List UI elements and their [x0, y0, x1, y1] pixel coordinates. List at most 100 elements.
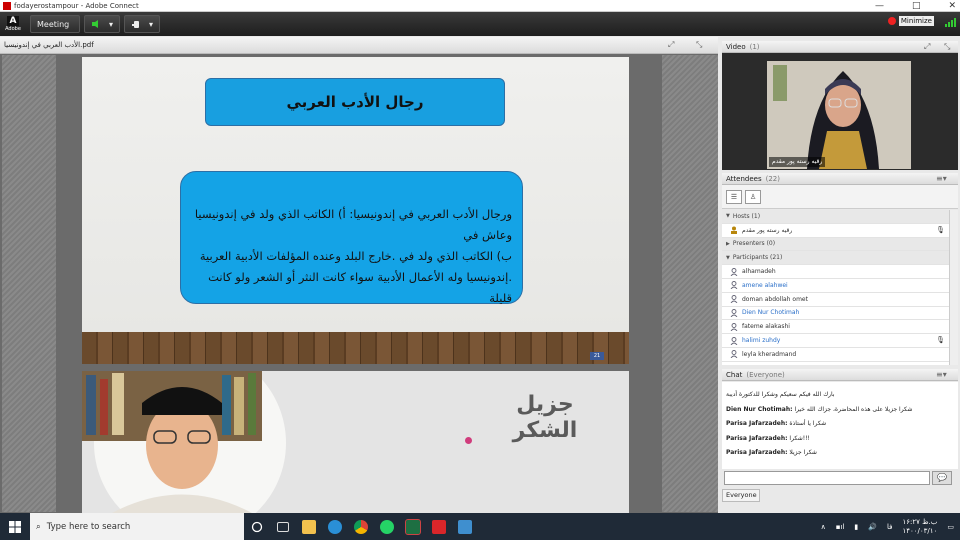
list-view-icon[interactable]: ☰: [726, 189, 742, 204]
host-name: رقیه رسته پور مقدم: [742, 226, 793, 234]
slide-body-line: ورجال الأدب العربي في إندونيسيا: أ) الكا…: [194, 207, 512, 242]
taskbar-search[interactable]: ⌕ Type here to search: [30, 513, 244, 540]
taskbar-app-taskview[interactable]: [270, 513, 296, 540]
start-button[interactable]: [0, 513, 30, 540]
participant-user-icon: [730, 322, 738, 331]
list-item[interactable]: halimi zuhdy 🎙: [722, 334, 949, 348]
chat-message: Parisa Jafarzadeh: شكرا يا أستاذة: [726, 417, 954, 432]
edge-icon: [328, 519, 342, 534]
chat-recipient-select[interactable]: Everyone: [722, 489, 760, 502]
attendees-pod-header: Attendees (22) ≡▾: [722, 173, 958, 185]
taskbar-app-photos[interactable]: [452, 513, 478, 540]
window-stack-icon: [277, 521, 289, 532]
send-message-icon: 💬: [937, 473, 947, 482]
pod-menu-icon[interactable]: ≡▾: [936, 370, 947, 379]
webcam-person-image: [767, 61, 911, 169]
chat-text: شكرا جزيلا على هذه المحاضرة، جزاك الله خ…: [794, 405, 913, 413]
clock[interactable]: ۱۶:۲۷ ب.ظ ۱۴۰۰/۰۳/۱۰: [902, 518, 937, 536]
list-item[interactable]: fateme alakashi: [722, 320, 949, 335]
connection-signal-icon: [945, 18, 956, 27]
chat-text: شكرا يا أستاذة: [789, 420, 827, 427]
recording-indicator[interactable]: Minimize: [887, 16, 934, 26]
chat-message: Parisa Jafarzadeh: شكرا جزيلا: [726, 446, 954, 461]
fullscreen-icon[interactable]: ⤢: [924, 42, 930, 52]
taskbar-app-chrome[interactable]: [348, 513, 374, 540]
list-item[interactable]: Dien Nur Chotimah: [722, 307, 949, 321]
participant-name: leyla kheradmand: [742, 350, 797, 358]
collapse-triangle-icon: ▶: [726, 240, 730, 247]
webcam-video[interactable]: [767, 61, 911, 169]
input-language[interactable]: فا: [887, 523, 892, 531]
chevron-up-icon[interactable]: ∧: [821, 523, 826, 531]
chat-text: شكرا جزيلا: [789, 449, 817, 456]
taskbar-app-edge[interactable]: [322, 513, 348, 540]
network-icon[interactable]: ▪ıl: [836, 523, 845, 531]
slide-decor-dot: [465, 437, 472, 444]
photos-icon: [458, 519, 472, 534]
fullscreen-icon[interactable]: ⤢: [668, 40, 674, 50]
list-item[interactable]: alhamadeh: [722, 265, 949, 279]
folder-icon: [302, 519, 316, 534]
participant-user-icon: [730, 336, 738, 345]
maximize-window-button[interactable]: □: [912, 1, 921, 11]
participant-name: halimi zuhdy: [742, 337, 781, 345]
record-dot-icon: [887, 17, 896, 25]
thanks-text: جزيل الشكر: [512, 392, 578, 443]
chat-input[interactable]: [724, 471, 930, 485]
speaker-dropdown[interactable]: ▾: [84, 15, 120, 33]
slide-wood-floor: [82, 332, 629, 364]
slide-body: ورجال الأدب العربي في إندونيسيا: أ) الكا…: [180, 171, 523, 305]
participant-name: alhamadeh: [742, 268, 776, 276]
participant-name: fateme alakashi: [742, 323, 790, 331]
group-participants[interactable]: ▼ Participants (21): [722, 251, 949, 266]
volume-icon[interactable]: 🔊: [868, 523, 877, 531]
attendees-pod-title: Attendees: [726, 174, 762, 183]
chat-messages: بارك الله فيكم سعيكم وشكرا للدكتورة أديب…: [722, 382, 958, 469]
chat-sender: Parisa Jafarzadeh:: [726, 420, 788, 427]
chat-send-button[interactable]: 💬: [932, 471, 952, 485]
group-presenters[interactable]: ▶ Presenters (0): [722, 237, 949, 252]
notifications-icon[interactable]: ▭: [947, 523, 954, 531]
adobe-logo: A Adobe: [5, 16, 21, 32]
hand-icon: [132, 21, 139, 28]
attendees-scrollbar[interactable]: [949, 210, 958, 365]
adobe-logo-icon: A: [7, 16, 19, 26]
system-tray: ∧ ▪ıl ▮ 🔊 فا ۱۶:۲۷ ب.ظ ۱۴۰۰/۰۳/۱۰ ▭: [821, 513, 954, 540]
raise-hand-dropdown[interactable]: ▾: [124, 15, 160, 33]
participant-name: doman abdollah omet: [742, 295, 808, 303]
taskbar-app-acrobat[interactable]: [426, 513, 452, 540]
chevron-down-icon: ▾: [148, 19, 153, 29]
pod-menu-icon[interactable]: ⤡: [944, 42, 950, 52]
participant-user-icon: [730, 295, 738, 304]
meeting-menu[interactable]: Meeting: [30, 15, 80, 33]
list-item[interactable]: doman abdollah omet: [722, 293, 949, 307]
taskbar-app-excel[interactable]: [400, 513, 426, 540]
status-view-icon[interactable]: ♙: [745, 189, 761, 204]
pod-menu-icon[interactable]: ≡▾: [936, 174, 947, 183]
list-item[interactable]: amene alahwei: [722, 279, 949, 293]
chat-pod-header: Chat (Everyone) ≡▾: [722, 369, 958, 381]
close-window-button[interactable]: ✕: [948, 1, 956, 11]
microphone-icon: 🎙: [936, 225, 945, 234]
task-view-button[interactable]: [244, 513, 270, 540]
taskbar-app-explorer[interactable]: [296, 513, 322, 540]
search-placeholder: Type here to search: [46, 521, 131, 532]
chat-message: بارك الله فيكم سعيكم وشكرا للدكتورة أديب…: [726, 388, 954, 403]
pod-menu-icon[interactable]: ⤡: [696, 40, 702, 50]
minimize-window-button[interactable]: —: [875, 1, 884, 11]
slide-title: رجال الأدب العربي: [205, 78, 505, 126]
group-hosts[interactable]: ▼ Hosts (1): [722, 210, 949, 224]
chat-pod-title: Chat: [726, 370, 743, 379]
expand-triangle-icon: ▼: [726, 213, 730, 220]
video-pod-title: Video: [726, 42, 746, 51]
battery-icon[interactable]: ▮: [854, 523, 858, 531]
list-item[interactable]: رقیه رسته پور مقدم 🎙: [722, 224, 949, 238]
task-view-icon: [251, 521, 263, 532]
clock-time: ۱۶:۲۷ ب.ظ: [902, 517, 938, 526]
window-title: fodayerostampour - Adobe Connect: [14, 1, 139, 10]
taskbar-app-whatsapp[interactable]: [374, 513, 400, 540]
slide-page-number: 21: [590, 352, 604, 360]
acrobat-icon: [432, 519, 446, 534]
list-item[interactable]: leyla kheradmand: [722, 348, 949, 362]
participant-user-icon: [730, 267, 738, 276]
